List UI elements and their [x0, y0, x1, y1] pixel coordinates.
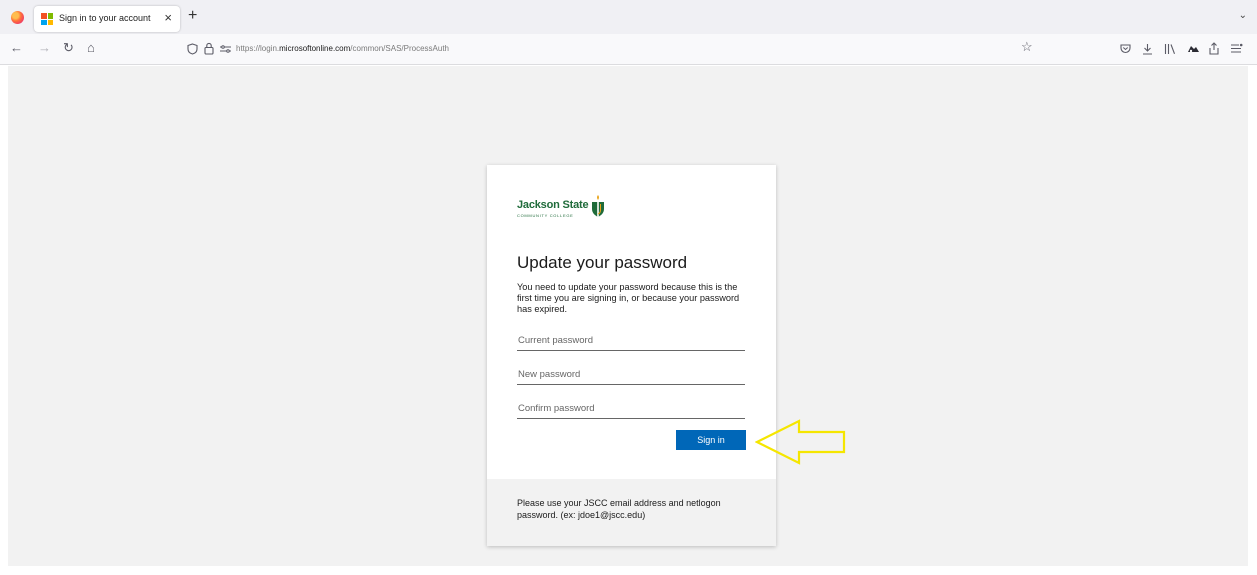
- description-text: You need to update your password because…: [517, 282, 740, 314]
- confirm-password-placeholder: Confirm password: [518, 403, 595, 414]
- confirm-password-field[interactable]: Confirm password: [517, 398, 745, 419]
- current-password-field[interactable]: Current password: [517, 330, 745, 351]
- shield-icon[interactable]: [187, 43, 198, 55]
- logo-shield-icon: [592, 195, 604, 217]
- password-update-card: Jackson State COMMUNITY COLLEGE Update y…: [487, 165, 776, 546]
- download-icon[interactable]: [1142, 43, 1153, 55]
- logo-text-sub: COMMUNITY COLLEGE: [517, 213, 574, 218]
- firefox-logo-icon[interactable]: [11, 11, 24, 24]
- back-icon[interactable]: ←: [10, 39, 23, 57]
- tab-title: Sign in to your account: [59, 13, 151, 23]
- card-footer: Please use your JSCC email address and n…: [487, 479, 776, 546]
- url-bar[interactable]: https://login.microsoftonline.com/common…: [180, 37, 1040, 61]
- permissions-icon[interactable]: [220, 45, 231, 53]
- jackson-state-logo: Jackson State COMMUNITY COLLEGE: [517, 192, 637, 222]
- menu-icon[interactable]: [1230, 43, 1243, 54]
- bookmark-star-icon[interactable]: ☆: [1021, 38, 1033, 56]
- forward-icon[interactable]: →: [38, 39, 51, 57]
- microsoft-logo-icon: [41, 13, 53, 25]
- library-icon[interactable]: [1164, 43, 1176, 55]
- browser-tab-bar: Sign in to your account × + ⌄: [0, 0, 1257, 34]
- url-prefix: https://login.: [236, 44, 280, 53]
- browser-tab-active[interactable]: Sign in to your account ×: [34, 6, 180, 32]
- url-path: /common/SAS/ProcessAuth: [350, 44, 449, 53]
- new-password-placeholder: New password: [518, 369, 581, 380]
- tab-close-icon[interactable]: ×: [164, 10, 172, 26]
- browser-nav-bar: ← → ↻ ⌂ https://login.microsoftonline.co…: [0, 34, 1257, 65]
- tab-list-icon[interactable]: ⌄: [1239, 10, 1247, 21]
- home-icon[interactable]: ⌂: [87, 39, 95, 57]
- page-title: Update your password: [517, 253, 688, 272]
- new-tab-icon[interactable]: +: [188, 7, 197, 25]
- url-text[interactable]: https://login.microsoftonline.com/common…: [236, 44, 449, 53]
- new-password-field[interactable]: New password: [517, 364, 745, 385]
- current-password-placeholder: Current password: [518, 335, 593, 346]
- logo-text-main: Jackson State: [517, 199, 589, 211]
- lock-icon[interactable]: [204, 42, 214, 55]
- reload-icon[interactable]: ↻: [63, 39, 74, 57]
- annotation-arrow-icon: [755, 419, 846, 465]
- share-icon[interactable]: [1208, 42, 1220, 55]
- pocket-icon[interactable]: [1120, 44, 1131, 54]
- url-domain: microsoftonline.com: [279, 44, 351, 53]
- page-background: Jackson State COMMUNITY COLLEGE Update y…: [8, 66, 1248, 566]
- sign-in-button[interactable]: Sign in: [676, 430, 746, 450]
- footer-text: Please use your JSCC email address and n…: [517, 498, 721, 520]
- extension-icon[interactable]: [1187, 44, 1200, 54]
